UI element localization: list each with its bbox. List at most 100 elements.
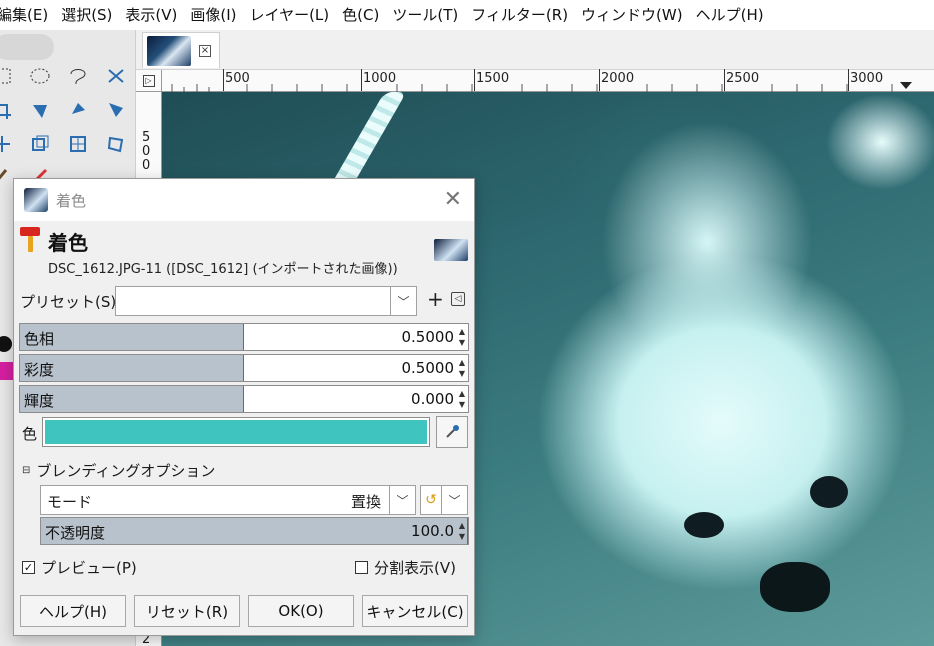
blend-mode-combobox[interactable]: モード 置換 ﹀	[40, 485, 416, 515]
collapse-icon: ⊟	[22, 465, 31, 476]
close-tab-icon[interactable]: ×	[199, 44, 211, 57]
menu-image[interactable]: 画像(I)	[184, 0, 243, 30]
preset-combobox[interactable]: ﹀	[115, 286, 417, 316]
image-thumbnail	[147, 35, 191, 66]
ruler-label: 1000	[363, 71, 397, 86]
menu-view[interactable]: 表示(V)	[119, 0, 184, 30]
ruler-label: 5	[142, 130, 151, 145]
ruler-major-tick	[223, 69, 224, 91]
canvas-dog-eye	[684, 512, 724, 538]
menu-arrow-icon: ▷	[142, 74, 155, 87]
blending-options-expander[interactable]: ⊟ ブレンディングオプション	[22, 460, 215, 481]
ruler-major-tick	[599, 69, 600, 91]
slider-value: 100.0	[411, 522, 454, 540]
split-view-checkbox[interactable]	[355, 561, 368, 574]
color-button[interactable]	[42, 417, 430, 447]
slider-label: 彩度	[24, 361, 55, 379]
slider-value: 0.5000	[401, 359, 455, 377]
image-tab-strip: ×	[136, 30, 934, 70]
ruler-ticks	[171, 84, 893, 92]
menu-help[interactable]: ヘルプ(H)	[690, 0, 771, 30]
menu-edit[interactable]: 編集(E)	[0, 0, 55, 30]
hue-slider[interactable]: 色相 0.5000 ▲ ▼	[19, 323, 469, 351]
help-button[interactable]: ヘルプ(H)	[20, 595, 126, 627]
horizontal-ruler[interactable]: 500 1000 1500 2000 2500 3000	[162, 69, 934, 92]
3d-transform-icon[interactable]	[28, 132, 52, 156]
fuzzy-select-icon[interactable]	[104, 64, 128, 88]
split-view-toggle[interactable]: 分割表示(V)	[355, 557, 456, 578]
composite-mode-icon: ↺	[425, 492, 437, 508]
preview-checkbox[interactable]: ✓	[22, 561, 35, 574]
ruler-major-tick	[848, 69, 849, 91]
color-swatch	[45, 420, 427, 444]
paint-icon[interactable]	[0, 164, 14, 188]
preview-toggle[interactable]: ✓ プレビュー(P)	[22, 557, 137, 578]
preset-menu-icon[interactable]: ◁	[451, 292, 465, 306]
rect-select-icon[interactable]	[0, 64, 14, 88]
slider-label: 不透明度	[45, 524, 106, 542]
menu-select[interactable]: 選択(S)	[55, 0, 119, 30]
colorize-dialog: 着色 ✕ 着色 DSC_1612.JPG-11 ([DSC_1612] (インポ…	[13, 178, 475, 636]
menubar: 編集(E) 選択(S) 表示(V) 画像(I) レイヤー(L) 色(C) ツール…	[0, 0, 934, 30]
ruler-label: 1500	[476, 71, 510, 86]
spin-arrows-icon[interactable]: ▲ ▼	[456, 518, 468, 544]
color-picker-button[interactable]	[436, 416, 468, 448]
fg-color-swatch[interactable]	[0, 336, 12, 352]
eyedropper-icon	[446, 425, 459, 438]
opacity-slider[interactable]: 不透明度 100.0 ▲ ▼	[40, 517, 469, 545]
spin-arrows-icon[interactable]: ▲ ▼	[456, 386, 468, 412]
dialog-title: 着色	[48, 231, 88, 255]
ruler-major-tick	[724, 69, 725, 91]
composite-mode-combobox[interactable]: ↺ ﹀	[420, 485, 468, 515]
image-tab[interactable]: ×	[142, 32, 220, 68]
rotate-icon[interactable]	[66, 98, 90, 122]
chevron-down-icon[interactable]: ﹀	[389, 486, 415, 514]
preview-label: プレビュー(P)	[41, 559, 137, 577]
lightness-slider[interactable]: 輝度 0.000 ▲ ▼	[19, 385, 469, 413]
spin-arrows-icon[interactable]: ▲ ▼	[456, 355, 468, 381]
ruler-major-tick	[474, 69, 475, 91]
crop-icon[interactable]	[0, 98, 14, 122]
reset-button[interactable]: リセット(R)	[134, 595, 240, 627]
pattern-swatch[interactable]	[0, 362, 14, 380]
add-preset-button[interactable]: +	[427, 287, 444, 311]
slider-value: 0.000	[411, 390, 454, 408]
blending-options-label: ブレンディングオプション	[36, 462, 216, 480]
cancel-button[interactable]: キャンセル(C)	[362, 595, 468, 627]
ruler-label: 2500	[726, 71, 760, 86]
chevron-down-icon[interactable]: ﹀	[390, 287, 416, 315]
menu-filters[interactable]: フィルター(R)	[465, 0, 575, 30]
lasso-icon[interactable]	[66, 64, 90, 88]
menu-windows[interactable]: ウィンドウ(W)	[575, 0, 690, 30]
cage-transform-icon[interactable]	[104, 132, 128, 156]
dialog-window-title: 着色	[56, 191, 87, 210]
align-icon[interactable]	[0, 132, 14, 156]
ellipse-select-icon[interactable]	[28, 64, 52, 88]
slider-label: 輝度	[24, 392, 55, 410]
close-icon[interactable]: ✕	[444, 189, 462, 211]
spin-arrows-icon[interactable]: ▲ ▼	[456, 324, 468, 350]
dialog-titlebar[interactable]: 着色 ✕	[14, 179, 474, 221]
menu-colors[interactable]: 色(C)	[336, 0, 386, 30]
split-view-label: 分割表示(V)	[374, 559, 456, 577]
slider-fill	[41, 518, 468, 544]
ok-button[interactable]: OK(O)	[248, 595, 354, 627]
saturation-slider[interactable]: 彩度 0.5000 ▲ ▼	[19, 354, 469, 382]
dialog-subtitle: DSC_1612.JPG-11 ([DSC_1612] (インポートされた画像)…	[48, 262, 398, 277]
warp-icon[interactable]	[104, 98, 128, 122]
slider-label: 色相	[24, 330, 55, 348]
mode-label: モード	[47, 493, 93, 511]
dialog-header: 着色 DSC_1612.JPG-11 ([DSC_1612] (インポートされた…	[14, 223, 474, 279]
menu-tools[interactable]: ツール(T)	[386, 0, 465, 30]
ruler-label: 0	[142, 158, 151, 173]
perspective-icon[interactable]	[66, 132, 90, 156]
ruler-label: 500	[225, 71, 250, 86]
unified-transform-icon[interactable]	[28, 98, 52, 122]
mode-value: 置換	[350, 493, 381, 511]
chevron-down-icon[interactable]: ﹀	[441, 486, 467, 514]
ruler-corner-button[interactable]: ▷	[136, 70, 162, 92]
preset-label: プリセット(S):	[20, 293, 122, 311]
menu-layer[interactable]: レイヤー(L)	[244, 0, 337, 30]
image-thumbnail-icon	[24, 188, 48, 212]
image-thumbnail-icon	[434, 239, 468, 261]
